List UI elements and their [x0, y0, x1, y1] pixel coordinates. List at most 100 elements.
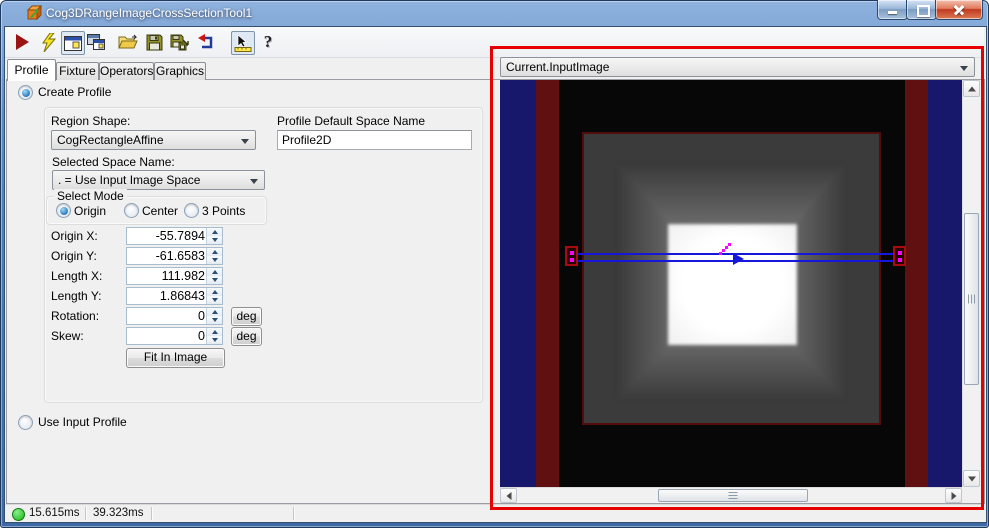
tab-operators[interactable]: Operators [99, 62, 154, 80]
tab-fixture[interactable]: Fixture [56, 62, 99, 80]
tab-profile[interactable]: Profile [7, 59, 56, 81]
create-profile-radio[interactable] [18, 85, 33, 100]
horizontal-scroll-thumb[interactable] [658, 489, 808, 502]
default-space-input[interactable] [277, 130, 472, 150]
origin-x-field[interactable]: -55.7894 [126, 227, 223, 245]
skew-deg-button[interactable]: deg [231, 327, 262, 346]
region-handle-right[interactable] [893, 246, 906, 266]
mode-origin-label: Origin [74, 204, 107, 218]
origin-x-value: -55.7894 [155, 229, 205, 243]
spin-down-icon[interactable] [207, 256, 222, 264]
selected-space-combo[interactable]: . = Use Input Image Space [52, 170, 265, 190]
status-ok-icon [12, 508, 25, 521]
origin-x-label: Origin X: [51, 229, 98, 243]
float-window-icon [87, 34, 105, 50]
range-stripe-blue-right [928, 80, 962, 487]
app-icon [26, 5, 42, 21]
save-as-icon [170, 34, 189, 50]
status-run-time: 15.615ms [29, 507, 80, 519]
maximize-icon [916, 5, 930, 17]
scroll-up-button[interactable] [963, 80, 980, 97]
scroll-left-button[interactable] [500, 488, 517, 503]
range-plateau [667, 223, 798, 346]
range-stripe-blue-left [500, 80, 536, 487]
float-window-button[interactable] [85, 31, 107, 53]
mode-center-label: Center [142, 204, 179, 218]
close-button[interactable] [935, 0, 983, 20]
selected-space-label: Selected Space Name: [52, 155, 175, 169]
pointer-ruler-button[interactable] [231, 31, 255, 55]
skew-field[interactable]: 0 [126, 327, 223, 345]
skew-value: 0 [198, 329, 205, 343]
rotation-deg-button[interactable]: deg [231, 307, 262, 326]
scroll-right-button[interactable] [945, 488, 962, 503]
spin-down-icon[interactable] [207, 336, 222, 344]
selected-space-value: . = Use Input Image Space [58, 173, 201, 187]
electric-run-button[interactable] [37, 31, 59, 53]
create-profile-panel [44, 107, 483, 403]
window-title: Cog3DRangeImageCrossSectionTool1 [46, 6, 253, 20]
tab-graphics[interactable]: Graphics [154, 62, 206, 80]
rotation-field[interactable]: 0 [126, 307, 223, 325]
select-mode-label: Select Mode [54, 189, 127, 203]
chevron-down-icon [250, 179, 258, 184]
length-y-value: 1.86843 [159, 289, 205, 303]
display-source-combo[interactable]: Current.InputImage [500, 57, 975, 77]
vertical-scroll-thumb[interactable] [964, 213, 979, 385]
electric-run-icon [42, 32, 56, 52]
mode-center-radio[interactable] [124, 203, 139, 218]
show-image-control-icon [64, 35, 82, 51]
spin-down-icon[interactable] [207, 296, 222, 304]
mode-origin-radio[interactable] [56, 203, 71, 218]
default-space-label: Profile Default Space Name [277, 114, 426, 128]
pointer-ruler-icon [234, 34, 252, 52]
minimize-button[interactable] [877, 0, 908, 20]
range-image-display[interactable] [500, 80, 962, 487]
origin-y-label: Origin Y: [51, 249, 97, 263]
use-input-profile-radio[interactable] [18, 415, 33, 430]
range-object [582, 132, 881, 425]
open-file-button[interactable] [117, 31, 139, 53]
help-button[interactable]: ? [257, 31, 279, 53]
thumb-grip [728, 491, 738, 500]
save-button[interactable] [143, 31, 165, 53]
region-shape-value: CogRectangleAffine [57, 133, 164, 147]
minimize-icon [887, 11, 897, 14]
scroll-down-icon [967, 476, 976, 481]
spin-down-icon[interactable] [207, 236, 222, 244]
length-x-field[interactable]: 111.982 [126, 267, 223, 285]
scroll-right-icon [951, 491, 956, 500]
use-input-profile-label: Use Input Profile [38, 415, 127, 429]
help-icon: ? [263, 32, 273, 51]
reset-button[interactable] [195, 31, 217, 53]
vertical-scrollbar [962, 80, 980, 487]
length-y-field[interactable]: 1.86843 [126, 287, 223, 305]
region-direction-arrow[interactable] [733, 253, 744, 265]
show-image-control-button[interactable] [61, 31, 85, 55]
save-as-button[interactable] [169, 31, 191, 53]
mode-3points-label: 3 Points [202, 204, 246, 218]
region-shape-combo[interactable]: CogRectangleAffine [51, 130, 256, 150]
spin-down-icon[interactable] [207, 276, 222, 284]
scroll-left-icon [506, 491, 511, 500]
mode-3points-radio[interactable] [184, 203, 199, 218]
origin-y-field[interactable]: -61.6583 [126, 247, 223, 265]
maximize-button[interactable] [906, 0, 937, 20]
length-y-label: Length Y: [51, 289, 102, 303]
save-icon [146, 34, 162, 50]
title-bar[interactable]: Cog3DRangeImageCrossSectionTool1 [0, 0, 989, 26]
status-total-time: 39.323ms [93, 507, 144, 519]
run-button[interactable] [11, 31, 33, 53]
rotation-label: Rotation: [51, 309, 100, 323]
region-handle-left[interactable] [565, 246, 578, 266]
scroll-down-button[interactable] [963, 470, 980, 487]
region-center-handle[interactable] [719, 243, 733, 257]
fit-in-image-button[interactable]: Fit In Image [126, 348, 225, 368]
run-icon [15, 34, 29, 50]
spin-down-icon[interactable] [207, 316, 222, 324]
origin-y-value: -61.6583 [155, 249, 205, 263]
scroll-up-icon [967, 86, 976, 91]
display-source-value: Current.InputImage [506, 60, 610, 74]
reset-icon [197, 33, 212, 48]
skew-label: Skew: [51, 329, 84, 343]
